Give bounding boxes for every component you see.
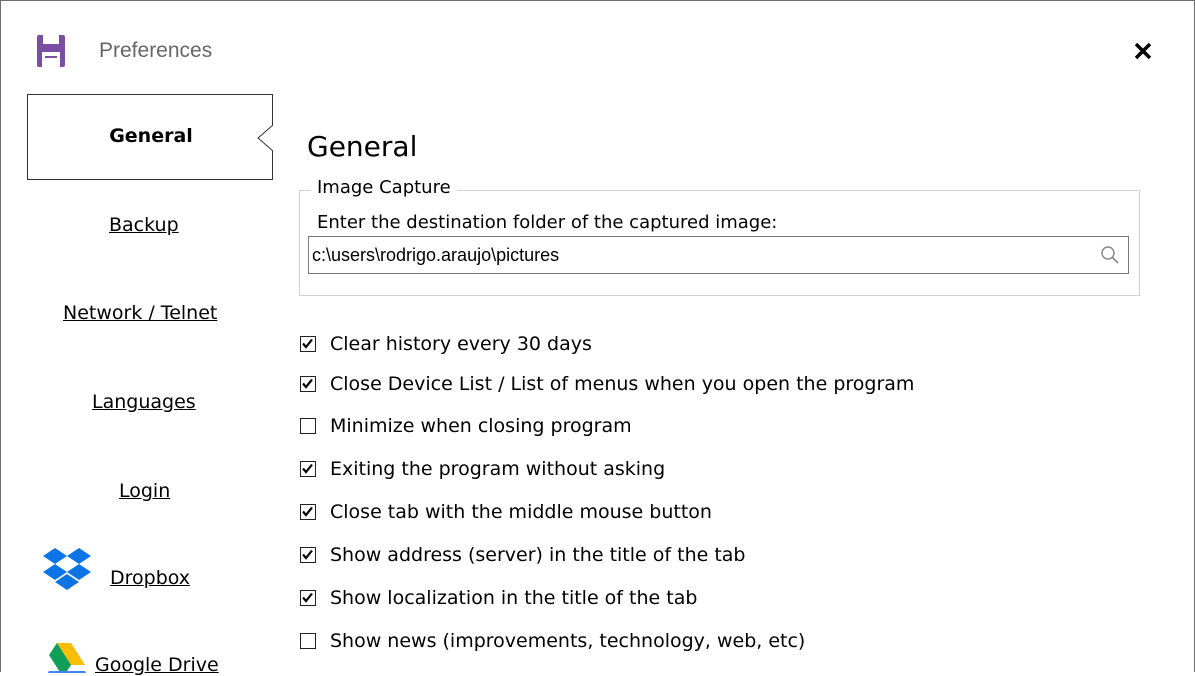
preferences-window: Preferences General Backup Network / Tel… [0, 0, 1195, 676]
sidebar-item-network-telnet[interactable]: Network / Telnet [63, 302, 217, 324]
option-exit-without-asking[interactable]: Exiting the program without asking [300, 457, 665, 481]
sidebar-item-google-drive[interactable]: Google Drive [95, 654, 219, 676]
sidebar-item-label: General [109, 125, 193, 147]
window-title: Preferences [99, 39, 213, 62]
sidebar-item-dropbox[interactable]: Dropbox [110, 567, 190, 589]
checkbox[interactable] [300, 504, 316, 520]
checkbox[interactable] [300, 376, 316, 392]
checkbox[interactable] [300, 418, 316, 434]
section-title: General [307, 130, 418, 163]
search-icon[interactable] [1100, 245, 1120, 265]
checkbox[interactable] [300, 461, 316, 477]
checkbox[interactable] [300, 547, 316, 563]
sidebar-item-login[interactable]: Login [119, 480, 170, 502]
destination-folder-field [308, 236, 1129, 274]
checkbox[interactable] [300, 336, 316, 352]
option-clear-history[interactable]: Clear history every 30 days [300, 332, 592, 356]
destination-folder-label: Enter the destination folder of the capt… [317, 212, 778, 233]
sidebar-item-languages[interactable]: Languages [92, 391, 196, 413]
option-label: Close Device List / List of menus when y… [330, 373, 915, 395]
checkbox[interactable] [300, 633, 316, 649]
destination-folder-input[interactable] [309, 237, 1092, 273]
option-show-localization-in-tab[interactable]: Show localization in the title of the ta… [300, 586, 697, 610]
option-close-device-list[interactable]: Close Device List / List of menus when y… [300, 372, 914, 396]
google-drive-icon [47, 643, 87, 673]
selection-notch [257, 125, 273, 151]
option-label: Clear history every 30 days [330, 333, 592, 355]
sidebar-item-general[interactable]: General [27, 94, 273, 180]
option-label: Show localization in the title of the ta… [330, 587, 698, 609]
option-show-address-in-tab[interactable]: Show address (server) in the title of th… [300, 543, 746, 567]
option-close-tab-middle-click[interactable]: Close tab with the middle mouse button [300, 500, 712, 524]
save-icon [37, 35, 65, 67]
option-label: Exiting the program without asking [330, 458, 666, 480]
sidebar-item-backup[interactable]: Backup [109, 214, 179, 236]
close-icon[interactable] [1129, 37, 1157, 65]
option-label: Minimize when closing program [330, 415, 632, 437]
checkbox[interactable] [300, 590, 316, 606]
dropbox-icon [43, 548, 91, 590]
option-label: Show address (server) in the title of th… [330, 544, 746, 566]
option-label: Close tab with the middle mouse button [330, 501, 712, 523]
option-label: Show news (improvements, technology, web… [330, 630, 806, 652]
option-show-news[interactable]: Show news (improvements, technology, web… [300, 629, 805, 653]
option-minimize-on-close[interactable]: Minimize when closing program [300, 414, 632, 438]
image-capture-legend: Image Capture [311, 177, 457, 198]
